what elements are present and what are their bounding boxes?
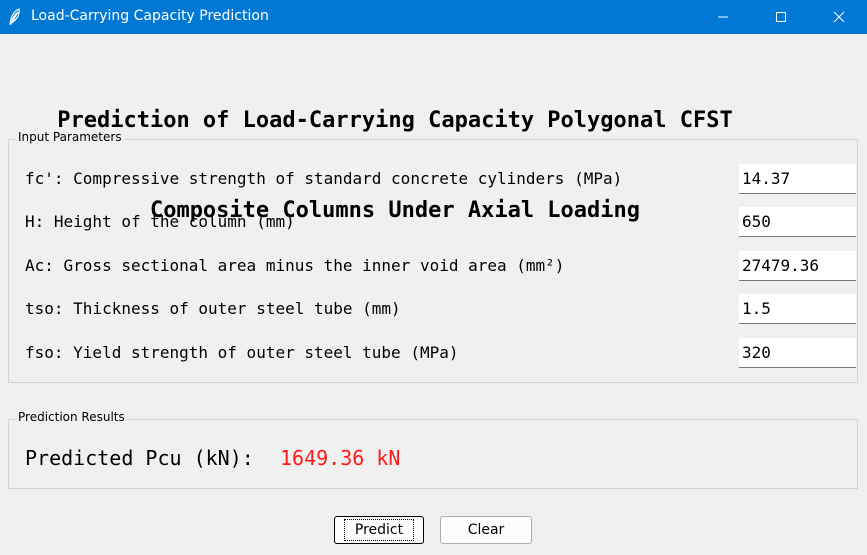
close-icon	[833, 11, 845, 23]
predict-button-label: Predict	[343, 519, 415, 541]
param-label-h: H: Height of the column (mm)	[25, 212, 295, 231]
predicted-pcu-label: Predicted Pcu (kN):	[25, 446, 254, 470]
feather-icon	[8, 8, 22, 26]
window-title: Load-Carrying Capacity Prediction	[31, 8, 269, 24]
clear-button[interactable]: Clear	[440, 516, 532, 544]
ac-input[interactable]	[739, 251, 856, 281]
param-label-ac: Ac: Gross sectional area minus the inner…	[25, 256, 565, 275]
fc-input[interactable]	[739, 164, 856, 194]
title-bar: Load-Carrying Capacity Prediction	[0, 0, 867, 34]
param-row-tso: tso: Thickness of outer steel tube (mm)	[9, 294, 857, 324]
param-label-fso: fso: Yield strength of outer steel tube …	[25, 343, 459, 362]
h-input[interactable]	[739, 207, 856, 237]
input-parameters-label: Input Parameters	[16, 130, 124, 144]
param-label-tso: tso: Thickness of outer steel tube (mm)	[25, 299, 401, 318]
predicted-pcu-value: 1649.36 kN	[280, 446, 401, 470]
param-label-fc: fc': Compressive strength of standard co…	[25, 169, 623, 188]
param-row-fc: fc': Compressive strength of standard co…	[9, 164, 857, 194]
maximize-button[interactable]	[752, 0, 810, 34]
prediction-results-label: Prediction Results	[16, 410, 127, 424]
param-row-fso: fso: Yield strength of outer steel tube …	[9, 338, 857, 368]
fso-input[interactable]	[739, 338, 856, 368]
tso-input[interactable]	[739, 294, 856, 324]
maximize-icon	[776, 12, 786, 22]
predict-button[interactable]: Predict	[334, 516, 424, 544]
prediction-results-group: Prediction Results Predicted Pcu (kN): 1…	[8, 410, 858, 489]
param-row-h: H: Height of the column (mm)	[9, 207, 857, 237]
input-parameters-group: Input Parameters fc': Compressive streng…	[8, 130, 858, 383]
param-row-ac: Ac: Gross sectional area minus the inner…	[9, 251, 857, 281]
minimize-button[interactable]	[694, 0, 752, 34]
close-button[interactable]	[810, 0, 867, 34]
minimize-icon	[718, 16, 728, 18]
